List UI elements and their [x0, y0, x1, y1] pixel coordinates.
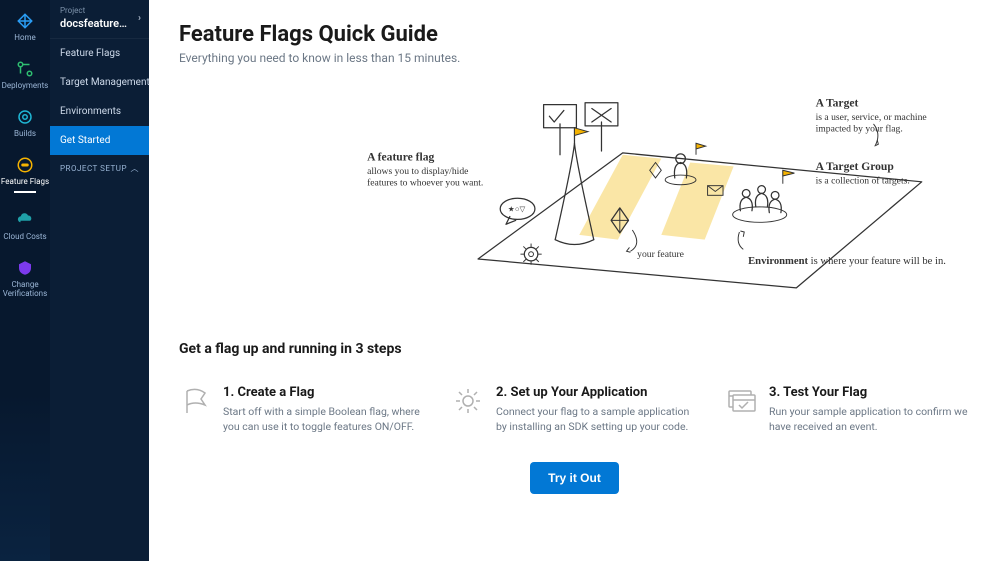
flag-outline-icon	[179, 385, 211, 417]
cloud-costs-icon	[16, 211, 34, 229]
primary-nav: Home Deployments Builds Feature Flags	[0, 0, 50, 561]
nav-deployments[interactable]: Deployments	[0, 52, 50, 100]
sidebar-section-project-setup[interactable]: PROJECT SETUP ︿	[50, 155, 149, 182]
page-title: Feature Flags Quick Guide	[179, 22, 970, 47]
project-label: Project	[60, 6, 130, 15]
page-subtitle: Everything you need to know in less than…	[179, 51, 970, 65]
step-title: 2. Set up Your Application	[496, 385, 697, 400]
step-setup-app: 2. Set up Your Application Connect your …	[452, 385, 697, 434]
hero-ff-l1: allows you to display/hide	[367, 166, 468, 177]
steps-row: 1. Create a Flag Start off with a simple…	[179, 385, 970, 434]
hero-ff-title: A feature flag	[367, 151, 434, 164]
step-create-flag: 1. Create a Flag Start off with a simple…	[179, 385, 424, 434]
step-test-flag: 3. Test Your Flag Run your sample applic…	[725, 385, 970, 434]
hero-t-l2: impacted by your flag.	[816, 124, 903, 135]
step-title: 3. Test Your Flag	[769, 385, 970, 400]
step-title: 1. Create a Flag	[223, 385, 424, 400]
sidebar-item-environments[interactable]: Environments	[50, 97, 149, 126]
sidebar-item-target-management[interactable]: Target Management	[50, 68, 149, 97]
step-desc: Start off with a simple Boolean flag, wh…	[223, 404, 424, 434]
nav-label: Change Verifications	[0, 280, 50, 298]
hero-svg: ★○▽	[179, 95, 970, 298]
sidebar-item-feature-flags[interactable]: Feature Flags	[50, 39, 149, 68]
hero-env: Environment is where your feature will b…	[748, 256, 946, 267]
nav-label: Feature Flags	[1, 177, 49, 186]
step-desc: Run your sample application to confirm w…	[769, 404, 970, 434]
hero-tg-title: A Target Group	[816, 160, 894, 173]
sidebar: Project docsfeatureflag › Feature Flags …	[50, 0, 149, 561]
project-selector[interactable]: Project docsfeatureflag ›	[50, 0, 149, 39]
nav-cloud-costs[interactable]: Cloud Costs	[0, 203, 50, 251]
active-underline	[14, 191, 36, 193]
nav-label: Builds	[14, 129, 36, 138]
hero-your-feature: your feature	[637, 249, 684, 260]
project-name: docsfeatureflag	[60, 17, 130, 30]
section-label: PROJECT SETUP	[60, 164, 127, 173]
gear-outline-icon	[452, 385, 484, 417]
steps-title: Get a flag up and running in 3 steps	[179, 341, 970, 357]
nav-label: Deployments	[2, 81, 49, 90]
sidebar-item-get-started[interactable]: Get Started	[50, 126, 149, 155]
nav-label: Cloud Costs	[3, 232, 46, 241]
hero-ff-l2: features to whoever you want.	[367, 178, 483, 189]
nav-label: Home	[14, 33, 36, 42]
nav-builds[interactable]: Builds	[0, 100, 50, 148]
try-it-out-button[interactable]: Try it Out	[530, 462, 619, 494]
nav-feature-flags[interactable]: Feature Flags	[0, 148, 50, 203]
hero-tg-l1: is a collection of targets.	[816, 176, 910, 187]
hero-t-l1: is a user, service, or machine	[816, 112, 927, 123]
change-verifications-icon	[16, 259, 34, 277]
builds-icon	[16, 108, 34, 126]
hero-t-title: A Target	[816, 97, 859, 110]
svg-text:★○▽: ★○▽	[508, 205, 527, 214]
chevron-right-icon: ›	[138, 13, 141, 24]
nav-change-verifications[interactable]: Change Verifications	[0, 251, 50, 308]
chevron-up-icon: ︿	[131, 163, 140, 174]
step-desc: Connect your flag to a sample applicatio…	[496, 404, 697, 434]
browser-check-icon	[725, 385, 757, 417]
feature-flags-icon	[16, 156, 34, 174]
deployments-icon	[16, 60, 34, 78]
home-icon	[16, 12, 34, 30]
hero-illustration: ★○▽	[179, 95, 970, 305]
main-content: Feature Flags Quick Guide Everything you…	[149, 0, 1000, 561]
nav-home[interactable]: Home	[0, 4, 50, 52]
